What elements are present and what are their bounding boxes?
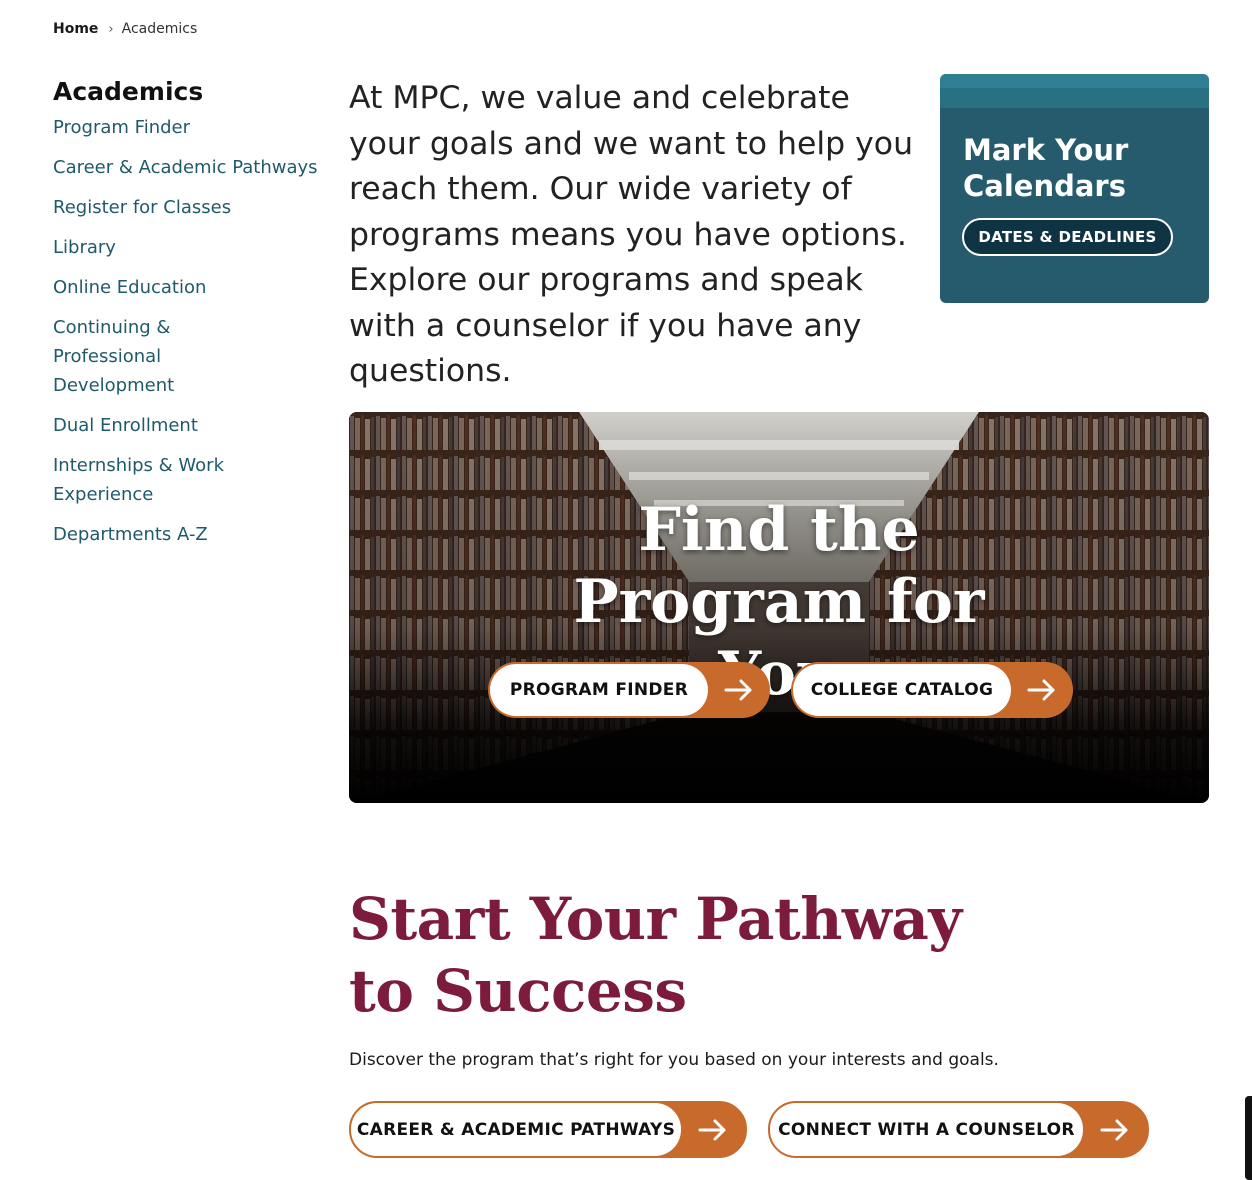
sidebar-title: Academics <box>53 77 204 106</box>
breadcrumb-home-link[interactable]: Home <box>53 21 98 37</box>
program-finder-button[interactable]: PROGRAM FINDER <box>488 662 770 718</box>
dates-deadlines-button[interactable]: DATES & DEADLINES <box>962 218 1173 256</box>
arrow-right-icon <box>1011 679 1073 701</box>
connect-counselor-label: CONNECT WITH A COUNSELOR <box>770 1103 1083 1156</box>
card-top-band-inner <box>940 88 1209 108</box>
calendar-title: Mark Your Calendars <box>963 133 1129 203</box>
sidebar-item-career-pathways[interactable]: Career & Academic Pathways <box>53 153 323 182</box>
college-catalog-label: COLLEGE CATALOG <box>793 664 1011 716</box>
sidebar-item-internships[interactable]: Internships & Work Experience <box>53 451 323 509</box>
program-finder-label: PROGRAM FINDER <box>490 664 708 716</box>
pathway-title: Start Your Pathway to Success <box>349 885 962 1025</box>
calendar-card: Mark Your Calendars DATES & DEADLINES <box>940 74 1209 303</box>
breadcrumb-current: Academics <box>121 21 198 37</box>
hero-title: Find the Program for You <box>573 495 985 709</box>
sidebar-item-program-finder[interactable]: Program Finder <box>53 113 323 142</box>
career-pathways-button[interactable]: CAREER & ACADEMIC PATHWAYS <box>349 1101 747 1158</box>
hero-banner: Find the Program for You PROGRAM FINDER … <box>349 412 1209 803</box>
connect-counselor-button[interactable]: CONNECT WITH A COUNSELOR <box>768 1101 1149 1158</box>
breadcrumb: Home › Academics <box>53 21 197 37</box>
chevron-right-icon: › <box>108 21 114 37</box>
sidebar-item-continuing-education[interactable]: Continuing & Professional Development <box>53 313 283 400</box>
chat-widget-edge[interactable] <box>1245 1096 1252 1180</box>
college-catalog-button[interactable]: COLLEGE CATALOG <box>791 662 1073 718</box>
arrow-right-icon <box>681 1119 745 1141</box>
sidebar-item-register[interactable]: Register for Classes <box>53 193 323 222</box>
sidebar-list: Program Finder Career & Academic Pathway… <box>53 113 323 549</box>
sidebar-item-dual-enrollment[interactable]: Dual Enrollment <box>53 411 323 440</box>
intro-paragraph: At MPC, we value and celebrate your goal… <box>349 80 914 389</box>
career-pathways-label: CAREER & ACADEMIC PATHWAYS <box>351 1103 681 1156</box>
pathway-description: Discover the program that’s right for yo… <box>349 1050 999 1070</box>
sidebar-nav: Academics Program Finder Career & Academ… <box>53 77 323 560</box>
arrow-right-icon <box>1083 1119 1147 1141</box>
sidebar-item-online-education[interactable]: Online Education <box>53 273 323 302</box>
sidebar-item-departments[interactable]: Departments A-Z <box>53 520 323 549</box>
arrow-right-icon <box>708 679 770 701</box>
sidebar-item-library[interactable]: Library <box>53 233 323 262</box>
